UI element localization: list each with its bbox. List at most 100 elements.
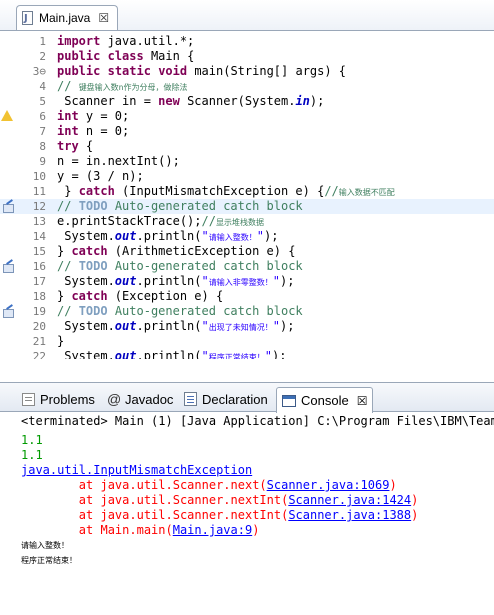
code-line[interactable]: 15} catch (ArithmeticException e) { bbox=[0, 244, 494, 259]
console-output[interactable]: 1.1 1.1 java.util.InputMismatchException a… bbox=[0, 433, 494, 615]
close-icon[interactable]: ☒ bbox=[98, 12, 109, 24]
code-line[interactable]: 12 // TODO Auto-generated catch block bbox=[0, 199, 494, 214]
code-text: public class Main { bbox=[57, 49, 194, 64]
line-number: 19 bbox=[32, 305, 46, 318]
source-link[interactable]: Scanner.java:1388 bbox=[288, 508, 411, 522]
code-token: System. bbox=[57, 349, 115, 359]
code-token: " bbox=[272, 274, 280, 288]
code-token: 输入数据不匹配 bbox=[338, 188, 395, 197]
code-token: n = in.nextInt(); bbox=[57, 154, 180, 168]
code-line[interactable]: 22 System.out.println("程序正常结束！"); bbox=[0, 349, 494, 359]
editor-tab-bar: J Main.java ☒ bbox=[0, 0, 494, 31]
code-token: .println( bbox=[136, 274, 202, 288]
code-token: ); bbox=[263, 229, 279, 243]
code-text: y = (3 / n); bbox=[57, 169, 144, 184]
line-number: 18 bbox=[32, 290, 46, 303]
tab-main-java[interactable]: J Main.java ☒ bbox=[16, 5, 118, 30]
line-number: 12 bbox=[32, 200, 46, 213]
code-line[interactable]: 1 import java.util.*; bbox=[0, 34, 494, 49]
code-token: .println( bbox=[136, 319, 202, 333]
console-status-header: <terminated> Main (1) [Java Application]… bbox=[21, 414, 494, 428]
code-line[interactable]: 4 // 键盘输入数n作为分母，做除法 bbox=[0, 79, 494, 94]
code-line[interactable]: 9 n = in.nextInt(); bbox=[0, 154, 494, 169]
line-number: 10 bbox=[32, 170, 46, 183]
line-number: 21 bbox=[32, 335, 46, 348]
code-line[interactable]: 2 public class Main { bbox=[0, 49, 494, 64]
code-line[interactable]: 8 try { bbox=[0, 139, 494, 154]
code-token: .println( bbox=[136, 349, 202, 359]
code-text: // TODO Auto-generated catch block bbox=[57, 199, 303, 214]
code-token: 出现了未知情况！ bbox=[208, 323, 273, 332]
code-token: out bbox=[114, 349, 137, 359]
code-token: (Exception e) { bbox=[107, 289, 224, 303]
code-token: // bbox=[57, 304, 79, 318]
source-link[interactable]: Scanner.java:1424 bbox=[288, 493, 411, 507]
code-line[interactable]: 11 } catch (InputMismatchException e) {/… bbox=[0, 184, 494, 199]
stack-frame-text: at java.util.Scanner.next( bbox=[21, 478, 267, 492]
code-text: Scanner in = new Scanner(System.in); bbox=[57, 94, 324, 109]
console-output-line: 程序正常结束！ bbox=[21, 556, 77, 565]
code-token: // bbox=[57, 199, 79, 213]
stack-frame-suffix: ) bbox=[411, 493, 419, 507]
code-token: // bbox=[324, 184, 339, 198]
tab-console[interactable]: Console ☒ bbox=[276, 387, 374, 413]
code-token: Scanner in = bbox=[57, 94, 159, 108]
code-token: n = 0; bbox=[78, 124, 130, 138]
code-token: catch bbox=[71, 289, 108, 303]
stack-frame-text: at java.util.Scanner.nextInt( bbox=[21, 508, 289, 522]
code-line[interactable]: 16 // TODO Auto-generated catch block bbox=[0, 259, 494, 274]
code-text: System.out.println("程序正常结束！"); bbox=[57, 349, 286, 359]
code-text: // TODO Auto-generated catch block bbox=[57, 304, 303, 319]
code-token: .println( bbox=[136, 229, 202, 243]
tab-javadoc[interactable]: @ Javadoc bbox=[107, 387, 173, 411]
code-token: " bbox=[201, 229, 209, 243]
code-token: ); bbox=[279, 319, 295, 333]
tab-problems[interactable]: Problems bbox=[22, 387, 95, 411]
line-number: 2 bbox=[39, 50, 46, 63]
code-token: { bbox=[78, 139, 94, 153]
code-line[interactable]: 10 y = (3 / n); bbox=[0, 169, 494, 184]
code-line[interactable]: 14 System.out.println("请输入整数！"); bbox=[0, 229, 494, 244]
code-token: e.printStackTrace(); bbox=[57, 214, 202, 228]
code-token: System. bbox=[57, 319, 115, 333]
line-number: 14 bbox=[32, 230, 46, 243]
code-editor[interactable]: 1 import java.util.*; 2 public class Main {… bbox=[0, 31, 494, 359]
code-line[interactable]: 19 // TODO Auto-generated catch block bbox=[0, 304, 494, 319]
code-line[interactable]: 6 int y = 0; bbox=[0, 109, 494, 124]
code-token: 显示堆栈数据 bbox=[215, 218, 264, 227]
code-line[interactable]: 7 int n = 0; bbox=[0, 124, 494, 139]
source-link[interactable]: Main.java:9 bbox=[173, 523, 252, 537]
code-token: new bbox=[158, 94, 180, 108]
views-tab-bar: Problems @ Javadoc Declaration Console ☒ bbox=[0, 382, 494, 413]
code-line[interactable]: 18 } catch (Exception e) { bbox=[0, 289, 494, 304]
code-line[interactable]: 21} bbox=[0, 334, 494, 349]
code-line[interactable]: 17 System.out.println("请输入非零整数！"); bbox=[0, 274, 494, 289]
code-token: Auto-generated catch block bbox=[107, 304, 303, 318]
code-text: } bbox=[57, 334, 64, 349]
line-number: 11 bbox=[32, 185, 46, 198]
code-text: } catch (Exception e) { bbox=[57, 289, 223, 304]
code-text: // 键盘输入数n作为分母，做除法 bbox=[57, 79, 188, 95]
code-token: out bbox=[114, 274, 137, 288]
code-line[interactable]: 5 Scanner in = new Scanner(System.in); bbox=[0, 94, 494, 109]
close-icon[interactable]: ☒ bbox=[357, 394, 368, 408]
code-line[interactable]: 13 e.printStackTrace();//显示堆栈数据 bbox=[0, 214, 494, 229]
code-token: Main { bbox=[143, 49, 195, 63]
exception-link[interactable]: java.util.InputMismatchException bbox=[21, 463, 252, 478]
line-number: 5 bbox=[39, 95, 46, 108]
code-token: TODO bbox=[78, 199, 108, 213]
code-token: int bbox=[57, 124, 79, 138]
declaration-icon bbox=[184, 392, 197, 406]
code-token: TODO bbox=[78, 304, 108, 318]
line-number: 9 bbox=[39, 155, 46, 168]
source-link[interactable]: Scanner.java:1069 bbox=[267, 478, 390, 492]
code-token: 请输入非零整数！ bbox=[208, 278, 273, 287]
code-text: public static void main(String[] args) { bbox=[57, 64, 346, 79]
code-line[interactable]: 3⊖ public static void main(String[] args)… bbox=[0, 64, 494, 79]
code-text: System.out.println("出现了未知情况！"); bbox=[57, 319, 294, 335]
code-line[interactable]: 20 System.out.println("出现了未知情况！"); bbox=[0, 319, 494, 334]
tab-declaration[interactable]: Declaration bbox=[184, 387, 268, 411]
console-icon bbox=[282, 394, 296, 407]
